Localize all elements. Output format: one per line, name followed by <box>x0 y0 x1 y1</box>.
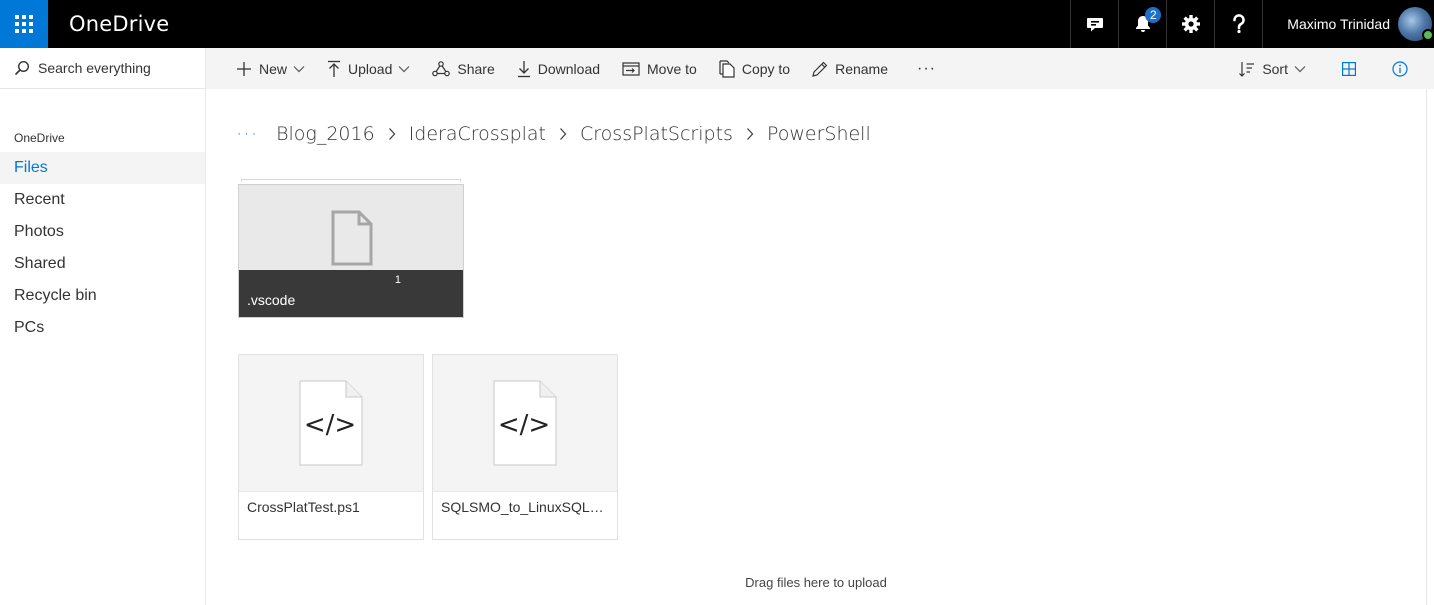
new-button[interactable]: New <box>206 48 316 89</box>
file-name: CrossPlatTest.ps1 <box>247 499 360 515</box>
breadcrumb-item[interactable]: CrossPlatScripts <box>580 123 733 145</box>
nav-section-title: OneDrive <box>14 131 65 145</box>
info-icon <box>1392 60 1408 77</box>
nav-item-recent[interactable]: Recent <box>0 184 205 216</box>
sort-label: Sort <box>1262 60 1288 77</box>
copy-icon <box>719 59 735 78</box>
share-button[interactable]: Share <box>421 48 505 89</box>
sort-button[interactable]: Sort <box>1228 48 1324 89</box>
account-button[interactable]: Maximo Trinidad <box>1262 0 1434 48</box>
move-to-icon <box>622 61 640 76</box>
file-tile[interactable]: </> CrossPlatTest.ps1 <box>238 354 424 540</box>
chevron-down-icon <box>293 65 305 72</box>
sort-icon <box>1239 61 1255 77</box>
code-file-icon: </> <box>299 380 363 466</box>
notification-badge: 2 <box>1145 7 1162 23</box>
svg-text:</>: </> <box>498 410 550 440</box>
breadcrumb: ··· Blog_2016 IderaCrossplat CrossPlatSc… <box>236 122 871 146</box>
file-thumbnail: </> <box>433 355 617 492</box>
search-icon <box>14 60 30 76</box>
pencil-icon <box>812 61 828 77</box>
download-label: Download <box>537 60 601 77</box>
top-right-controls: 2 Maximo Trinidad <box>1070 0 1434 48</box>
chevron-right-icon <box>388 127 396 141</box>
app-launcher-button[interactable] <box>0 0 48 48</box>
brand-title[interactable]: OneDrive <box>69 12 169 36</box>
help-button[interactable] <box>1214 0 1262 48</box>
chat-icon <box>1086 18 1103 32</box>
nav-list: Files Recent Photos Shared Recycle bin P… <box>0 152 205 344</box>
chevron-right-icon <box>559 127 567 141</box>
file-thumbnail: </> <box>239 355 423 492</box>
ellipsis-icon: ··· <box>917 59 936 77</box>
vertical-scrollbar[interactable] <box>1426 89 1434 605</box>
download-icon <box>517 60 530 77</box>
presence-status-icon <box>1422 29 1434 41</box>
nav-item-pcs[interactable]: PCs <box>0 312 205 344</box>
top-bar: OneDrive 2 Maximo Trinidad <box>0 0 1434 48</box>
notifications-button[interactable]: 2 <box>1118 0 1166 48</box>
download-button[interactable]: Download <box>506 48 611 89</box>
upload-label: Upload <box>348 60 393 77</box>
rename-label: Rename <box>835 60 888 77</box>
left-navigation: Search everything OneDrive Files Recent … <box>0 48 206 605</box>
more-commands-button[interactable]: ··· <box>899 48 947 89</box>
share-icon <box>432 60 451 76</box>
grid-view-icon <box>1342 61 1356 76</box>
nav-item-files[interactable]: Files <box>0 152 205 184</box>
breadcrumb-item[interactable]: IderaCrossplat <box>409 123 546 145</box>
folder-stack-edge <box>241 179 461 182</box>
settings-button[interactable] <box>1166 0 1214 48</box>
share-label: Share <box>457 60 495 77</box>
folder-body: .vscode 1 <box>238 184 464 318</box>
breadcrumb-overflow-button[interactable]: ··· <box>236 122 258 146</box>
chevron-down-icon <box>1294 65 1306 72</box>
search-input[interactable]: Search everything <box>38 60 151 76</box>
rename-button[interactable]: Rename <box>801 48 899 89</box>
new-label: New <box>259 60 288 77</box>
command-bar-right: Sort <box>1228 48 1434 89</box>
nav-item-shared[interactable]: Shared <box>0 248 205 280</box>
copy-to-button[interactable]: Copy to <box>708 48 801 89</box>
feedback-button[interactable] <box>1070 0 1118 48</box>
upload-button[interactable]: Upload <box>316 48 421 89</box>
nav-item-photos[interactable]: Photos <box>0 216 205 248</box>
breadcrumb-item[interactable]: Blog_2016 <box>276 123 375 145</box>
upload-icon <box>328 60 341 77</box>
waffle-icon <box>15 15 33 33</box>
breadcrumb-current: PowerShell <box>766 123 871 145</box>
plus-icon <box>237 61 251 76</box>
folder-label: .vscode <box>239 270 463 317</box>
move-to-button[interactable]: Move to <box>611 48 708 89</box>
copy-to-label: Copy to <box>741 60 791 77</box>
info-button[interactable] <box>1374 48 1426 89</box>
nav-item-recycle-bin[interactable]: Recycle bin <box>0 280 205 312</box>
folder-name: .vscode <box>247 292 296 308</box>
move-to-label: Move to <box>647 60 697 77</box>
folder-tile[interactable]: .vscode 1 <box>238 179 464 318</box>
drop-zone-hint: Drag files here to upload <box>745 575 887 590</box>
folder-item-count: 1 <box>394 274 401 286</box>
user-name: Maximo Trinidad <box>1287 16 1390 32</box>
chevron-down-icon <box>398 65 410 72</box>
command-bar: New Upload Share Download Move to Copy t… <box>206 48 1434 89</box>
search-box[interactable]: Search everything <box>0 48 205 89</box>
file-name: SQLSMO_to_LinuxSQLS... <box>441 499 611 515</box>
avatar <box>1398 7 1434 41</box>
document-icon <box>331 210 373 266</box>
chevron-right-icon <box>746 127 754 141</box>
view-toggle-button[interactable] <box>1324 48 1374 89</box>
code-file-icon: </> <box>493 380 557 466</box>
gear-icon <box>1181 15 1200 33</box>
file-tile[interactable]: </> SQLSMO_to_LinuxSQLS... <box>432 354 618 540</box>
help-icon <box>1232 14 1245 34</box>
svg-text:</>: </> <box>304 410 356 440</box>
